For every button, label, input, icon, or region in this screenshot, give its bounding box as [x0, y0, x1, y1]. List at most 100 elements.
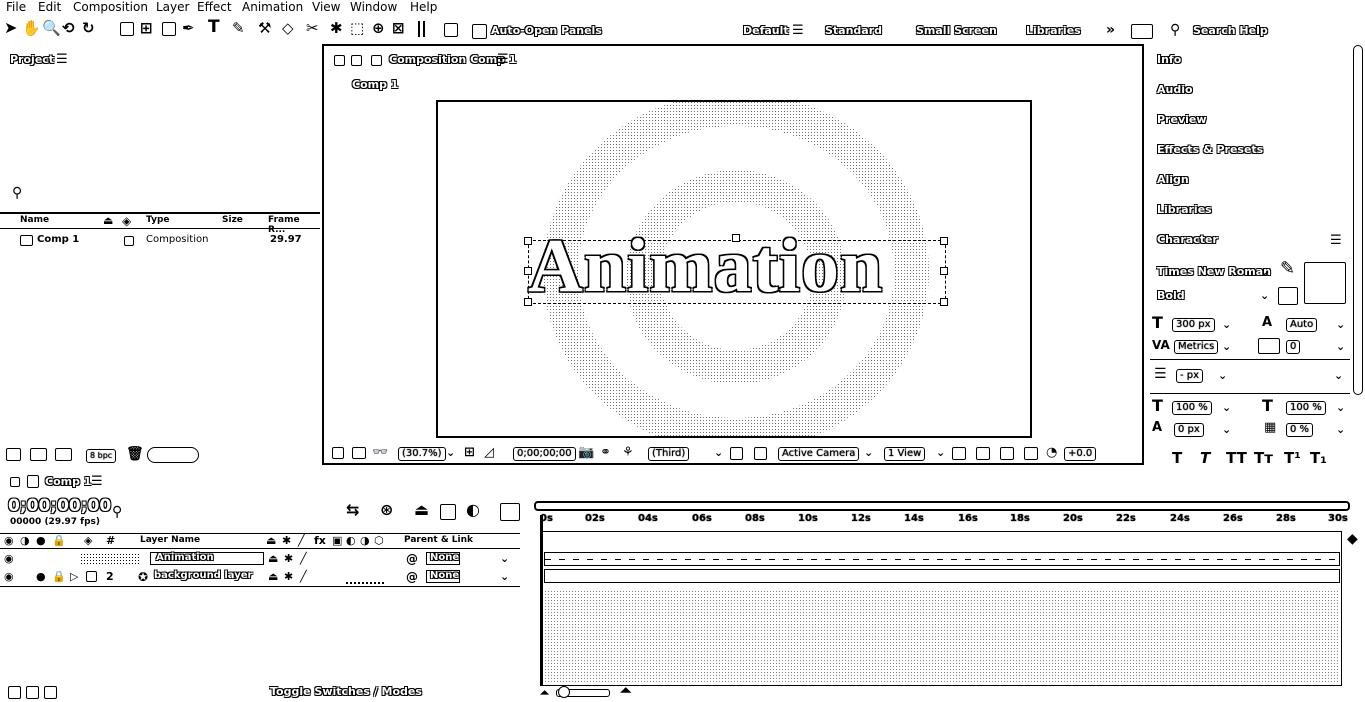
- tsume-chevron-icon[interactable]: ⌄: [1336, 423, 1345, 437]
- eraser-tool-icon[interactable]: ◇: [282, 21, 294, 36]
- leading-field[interactable]: Auto: [1286, 318, 1318, 332]
- current-time-indicator[interactable]: [540, 515, 543, 686]
- animation-text[interactable]: Animation: [528, 224, 883, 308]
- layer-2-parent[interactable]: None: [430, 570, 459, 581]
- shy-switch-icon[interactable]: ⏏: [266, 534, 276, 548]
- camera-chevron-icon[interactable]: ⌄: [864, 446, 873, 460]
- parent-link-column[interactable]: Parent & Link: [404, 535, 473, 545]
- reset-exposure-icon[interactable]: ◔: [1046, 446, 1057, 460]
- lock-panel-icon[interactable]: [351, 55, 362, 66]
- camera-tool-icon[interactable]: [120, 22, 134, 36]
- layer-2-collapse-icon[interactable]: ✱: [284, 570, 293, 584]
- workspace-small-screen[interactable]: Small Screen: [916, 24, 997, 37]
- font-family-dropdown[interactable]: Times New Roman: [1157, 265, 1271, 278]
- resolution-dropdown[interactable]: (Third): [648, 447, 690, 461]
- handle-tl[interactable]: [524, 237, 532, 245]
- layer-1-parent-chevron-icon[interactable]: ⌄: [500, 552, 509, 566]
- all-caps-button[interactable]: TT: [1226, 451, 1247, 466]
- font-family-chevron-icon[interactable]: ⌄: [1260, 265, 1269, 279]
- layer-2-lock-icon[interactable]: 🔒: [52, 570, 66, 584]
- clone-stamp-icon[interactable]: ⚒: [258, 21, 271, 36]
- composition-menu-icon[interactable]: ☰: [497, 53, 509, 67]
- layer-1-collapse-icon[interactable]: ✱: [284, 552, 293, 566]
- subscript-button[interactable]: T₁: [1310, 451, 1327, 466]
- roto-brush-icon[interactable]: ✂: [306, 21, 319, 36]
- panel-preview[interactable]: Preview: [1157, 113, 1207, 126]
- faux-bold-button[interactable]: T: [1172, 451, 1182, 466]
- layer-2-duration-bar[interactable]: [544, 569, 1340, 583]
- workspace-standard[interactable]: Standard: [825, 24, 882, 37]
- mask-visibility-icon[interactable]: ◿: [484, 446, 494, 460]
- snapping-icon[interactable]: ⬚: [350, 21, 364, 36]
- menu-edit[interactable]: Edit: [38, 0, 61, 15]
- quality-switch-icon[interactable]: ╱: [298, 534, 305, 548]
- timeline-end-marker-icon[interactable]: ◆: [1347, 532, 1358, 546]
- fill-color-swatch[interactable]: [1304, 262, 1346, 304]
- font-size-chevron-icon[interactable]: ⌄: [1222, 318, 1231, 332]
- brush-tool-icon[interactable]: ✎: [232, 21, 245, 36]
- auto-open-checkbox[interactable]: [472, 24, 487, 39]
- flowchart-icon[interactable]: [1024, 447, 1038, 460]
- menu-view[interactable]: View: [312, 0, 340, 15]
- region-of-interest-icon[interactable]: [730, 447, 743, 460]
- layer-2-label-swatch[interactable]: [86, 571, 97, 582]
- motion-blur-icon[interactable]: ◐: [466, 502, 480, 518]
- pan-behind-icon[interactable]: ↻: [82, 21, 95, 36]
- layer-2-name[interactable]: background layer: [154, 570, 252, 581]
- toggle-pixel-aspect-icon[interactable]: [952, 447, 966, 460]
- layer-1-quality-icon[interactable]: ╱: [300, 552, 307, 566]
- zoom-chevron-icon[interactable]: ⌄: [446, 446, 455, 460]
- timeline-close-icon[interactable]: [10, 477, 20, 487]
- toggle-switches-modes[interactable]: Toggle Switches / Modes: [270, 685, 422, 698]
- grid-icon[interactable]: ⊞: [464, 446, 475, 460]
- search-icon[interactable]: ⚲: [1170, 23, 1180, 37]
- sync-settings-icon[interactable]: [1131, 24, 1153, 39]
- trash-icon[interactable]: 🗑: [126, 447, 144, 461]
- world-axis-icon[interactable]: ⊠: [392, 21, 405, 36]
- new-composition-icon[interactable]: [55, 448, 72, 461]
- project-menu-icon[interactable]: ☰: [56, 53, 68, 67]
- layer-2-expand-icon[interactable]: ▷: [70, 570, 78, 584]
- stroke-width-chevron-icon[interactable]: ⌄: [1218, 369, 1227, 383]
- vertical-scale-chevron-icon[interactable]: ⌄: [1222, 401, 1231, 415]
- layer-2-visibility-icon[interactable]: ◉: [4, 570, 14, 584]
- layer-switches-icon[interactable]: [8, 686, 21, 699]
- layer-1-visibility-icon[interactable]: ◉: [4, 552, 14, 566]
- menu-composition[interactable]: Composition: [73, 0, 148, 15]
- eyedropper-icon[interactable]: ✎: [1280, 260, 1295, 278]
- audio-switch-icon[interactable]: ◑: [20, 534, 30, 548]
- exposure-field[interactable]: +0.0: [1064, 447, 1097, 461]
- font-style-chevron-icon[interactable]: ⌄: [1260, 289, 1269, 303]
- layer-1-duration-bar[interactable]: [544, 552, 1340, 566]
- workspace-default[interactable]: Default: [743, 24, 789, 37]
- type-tool-icon[interactable]: T: [208, 19, 220, 36]
- zoom-out-icon[interactable]: ⏶: [540, 686, 549, 700]
- handle-bl[interactable]: [524, 298, 532, 306]
- color-channel-icon[interactable]: ⚘: [622, 446, 634, 460]
- handle-mr[interactable]: [940, 267, 948, 275]
- close-icon[interactable]: [334, 55, 345, 66]
- character-menu-icon[interactable]: ☰: [1330, 234, 1342, 248]
- layer-row-2[interactable]: ◉ ● 🔒 ▷ 2 ✪ background layer ⏏ ✱ ╱ @ Non…: [0, 570, 540, 585]
- handle-br[interactable]: [940, 298, 948, 306]
- stroke-type-chevron-icon[interactable]: ⌄: [1334, 369, 1343, 383]
- project-search-icon[interactable]: ⚲: [12, 186, 22, 200]
- leading-chevron-icon[interactable]: ⌄: [1336, 318, 1345, 332]
- padlock-icon[interactable]: [371, 55, 382, 66]
- camera-dropdown[interactable]: Active Camera: [778, 447, 860, 461]
- panel-audio[interactable]: Audio: [1157, 83, 1193, 96]
- layer-1-name[interactable]: Animation: [156, 552, 214, 563]
- panel-align[interactable]: Align: [1157, 173, 1189, 186]
- horizontal-scale-field[interactable]: 100 %: [1286, 401, 1326, 415]
- handle-tr[interactable]: [940, 237, 948, 245]
- timeline-search-icon[interactable]: ⚲: [112, 505, 122, 519]
- menu-window[interactable]: Window: [350, 0, 397, 15]
- current-time-field[interactable]: 0;00;00;00: [513, 447, 576, 461]
- col-size[interactable]: Size: [222, 215, 243, 225]
- kerning-field[interactable]: Metrics: [1174, 340, 1219, 354]
- snapshot-icon[interactable]: 📷: [578, 446, 594, 460]
- pen-tool-icon[interactable]: ✒: [182, 21, 195, 36]
- video-switch-icon[interactable]: ◉: [4, 534, 14, 548]
- vr-icon[interactable]: 👓: [372, 446, 388, 460]
- layer-2-parent-chevron-icon[interactable]: ⌄: [500, 570, 509, 584]
